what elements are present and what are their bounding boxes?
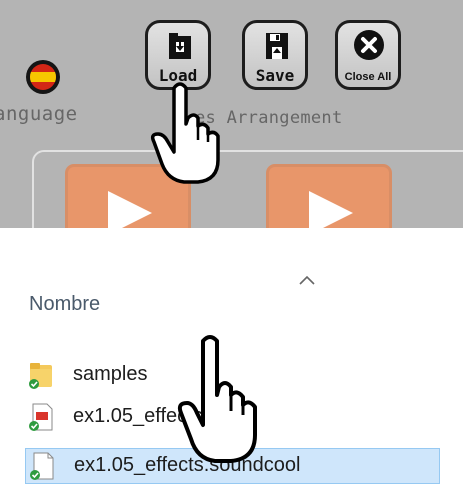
- close-all-button[interactable]: Close All: [335, 20, 401, 90]
- app-panel: anguage Load Save Close All es Arrangeme…: [0, 0, 463, 228]
- spain-flag-icon[interactable]: [26, 60, 60, 94]
- save-button[interactable]: Save: [242, 20, 308, 90]
- close-x-icon: [354, 30, 384, 60]
- sort-chevron-up-icon[interactable]: [298, 274, 316, 286]
- close-all-label: Close All: [344, 71, 392, 83]
- language-label: anguage: [0, 103, 78, 125]
- hand-pointer-icon: [177, 335, 257, 463]
- play-icon: [108, 191, 152, 228]
- pdf-file-icon: [29, 403, 53, 431]
- floppy-disk-icon: [266, 33, 288, 59]
- save-label: Save: [255, 66, 295, 85]
- load-folder-icon: [169, 33, 191, 59]
- file-icon: [30, 452, 54, 480]
- hand-pointer-icon: [150, 82, 220, 184]
- play-button-right[interactable]: [266, 164, 392, 228]
- column-header-name[interactable]: Nombre: [29, 293, 100, 316]
- play-icon: [309, 191, 353, 228]
- file-name: samples: [73, 363, 148, 385]
- folder-icon: [29, 363, 52, 389]
